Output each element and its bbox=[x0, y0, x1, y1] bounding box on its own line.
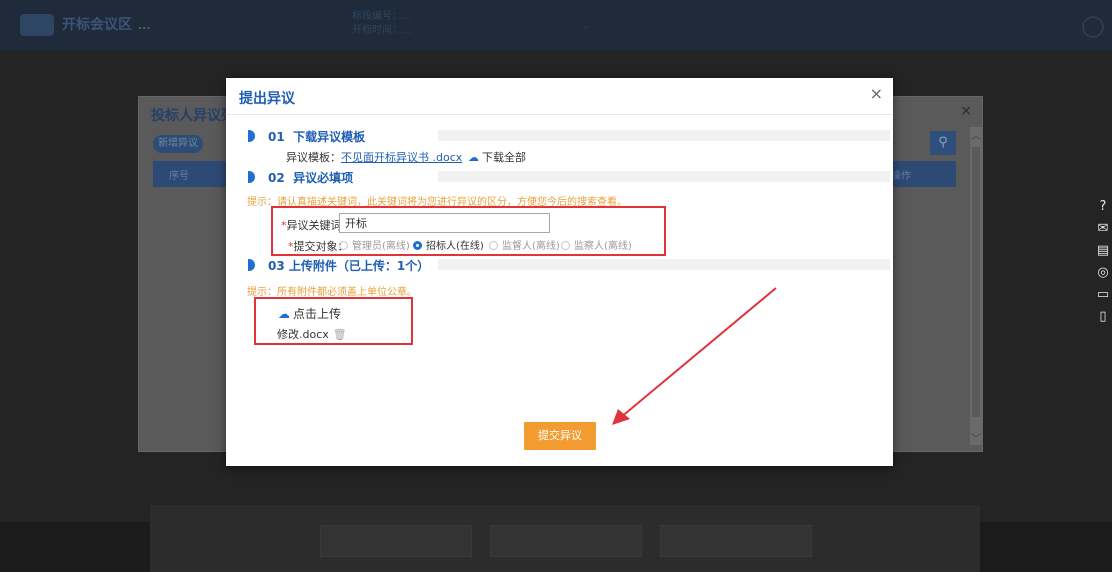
app-logo: 开标会议区... bbox=[20, 14, 151, 36]
section-download-template: 01 下载异议模板 bbox=[248, 128, 890, 144]
radio-icon bbox=[489, 241, 498, 250]
section-number: 03 bbox=[268, 259, 285, 273]
close-icon[interactable]: × bbox=[960, 103, 972, 119]
chevron-up-icon[interactable]: ︿ bbox=[971, 127, 981, 142]
book-icon[interactable]: ▯ bbox=[1096, 310, 1110, 324]
radio-tenderer[interactable]: 招标人(在线) bbox=[413, 237, 484, 252]
radio-label: 监察人(离线) bbox=[574, 241, 632, 252]
radio-label: 监督人(离线) bbox=[502, 241, 560, 252]
scrollbar[interactable]: ︿ ﹀ bbox=[970, 127, 982, 445]
section-marker-icon bbox=[248, 171, 255, 183]
section-divider bbox=[438, 130, 890, 141]
project-info: 标段编号：... 开标时间：... bbox=[352, 10, 412, 38]
trash-icon[interactable]: 🗑 bbox=[333, 328, 347, 341]
section-marker-icon bbox=[248, 130, 255, 142]
stage-seat bbox=[490, 525, 642, 557]
column-header-no: 序号 bbox=[169, 171, 189, 182]
section-title: 02 异议必填项 bbox=[268, 169, 353, 186]
project-info-line: 开标时间：... bbox=[352, 25, 412, 36]
upload-button[interactable]: ☁ 点击上传 bbox=[278, 305, 341, 322]
attachment-hint: 提示：所有附件都必须盖上单位公章。 bbox=[247, 287, 417, 298]
chevron-down-icon[interactable]: ﹀ bbox=[971, 430, 981, 445]
section-upload-attachments: 03 上传附件（已上传：1个） bbox=[248, 257, 890, 273]
upload-label: 点击上传 bbox=[293, 307, 342, 321]
radio-icon bbox=[561, 241, 570, 250]
section-title: 03 上传附件（已上传：1个） bbox=[268, 257, 429, 274]
section-marker-icon bbox=[248, 259, 255, 271]
radio-admin[interactable]: 管理员(离线) bbox=[339, 237, 410, 252]
logo-mark-icon bbox=[20, 14, 54, 36]
radio-label: 管理员(离线) bbox=[352, 241, 410, 252]
template-row: 异议模板：不见面开标异议书 .docx bbox=[286, 149, 462, 165]
header-status: ... bbox=[580, 20, 590, 31]
radio-checked-icon bbox=[413, 241, 422, 250]
app-subtitle: ... bbox=[138, 19, 151, 32]
uploaded-file-item: 修改.docx 🗑 bbox=[277, 326, 347, 342]
project-info-line: 标段编号：... bbox=[352, 11, 412, 22]
radio-supervisor[interactable]: 监督人(离线) bbox=[489, 237, 560, 252]
side-toolbar: ? ✉ ▤ ◎ ▭ ▯ bbox=[1096, 200, 1112, 332]
message-icon[interactable]: ▭ bbox=[1096, 288, 1110, 302]
section-title-text: 异议必填项 bbox=[293, 171, 354, 185]
add-objection-button[interactable]: 新增异议 bbox=[153, 135, 203, 153]
clipboard-icon[interactable]: ▤ bbox=[1096, 244, 1110, 258]
chat-icon[interactable]: ◎ bbox=[1096, 266, 1110, 280]
template-download-link[interactable]: 不见面开标异议书 .docx bbox=[341, 151, 462, 164]
file-name: 修改.docx bbox=[277, 328, 329, 341]
section-title: 01 下载异议模板 bbox=[268, 128, 365, 145]
stage-seat bbox=[660, 525, 812, 557]
section-required-fields: 02 异议必填项 bbox=[248, 169, 890, 185]
raise-objection-modal: 提出异议 × 01 下载异议模板 异议模板：不见面开标异议书 .docx ☁ 下载… bbox=[226, 78, 893, 466]
keyword-input[interactable] bbox=[339, 213, 550, 233]
section-number: 01 bbox=[268, 130, 285, 144]
radio-inspector[interactable]: 监察人(离线) bbox=[561, 237, 632, 252]
section-title-text: 上传附件（已上传：1个） bbox=[288, 259, 430, 273]
app-title: 开标会议区 bbox=[62, 17, 132, 33]
scrollbar-thumb[interactable] bbox=[972, 147, 980, 417]
section-divider bbox=[438, 259, 890, 270]
section-divider bbox=[438, 171, 890, 182]
modal-title: 提出异议 bbox=[239, 91, 295, 107]
radio-icon bbox=[339, 241, 348, 250]
template-label: 异议模板： bbox=[286, 151, 341, 164]
modal-header: 提出异议 × bbox=[226, 78, 893, 115]
cloud-upload-icon: ☁ bbox=[278, 307, 290, 321]
cloud-download-icon: ☁ bbox=[468, 151, 479, 164]
app-header: 开标会议区... 标段编号：... 开标时间：... ... bbox=[0, 0, 1112, 50]
column-header-op: 操作 bbox=[891, 171, 911, 182]
submit-objection-button[interactable]: 提交异议 bbox=[524, 422, 596, 450]
help-icon[interactable]: ? bbox=[1096, 200, 1110, 214]
help-icon[interactable] bbox=[1082, 16, 1104, 38]
download-all-label: 下载全部 bbox=[482, 151, 526, 164]
section-number: 02 bbox=[268, 171, 285, 185]
radio-label: 招标人(在线) bbox=[426, 241, 484, 252]
section-title-text: 下载异议模板 bbox=[293, 130, 366, 144]
search-icon[interactable]: ⚲ bbox=[930, 131, 956, 155]
download-all-button[interactable]: ☁ 下载全部 bbox=[468, 149, 526, 165]
stage-floor bbox=[150, 505, 980, 572]
stage-seat bbox=[320, 525, 472, 557]
mail-icon[interactable]: ✉ bbox=[1096, 222, 1110, 236]
close-icon[interactable]: × bbox=[870, 84, 883, 103]
